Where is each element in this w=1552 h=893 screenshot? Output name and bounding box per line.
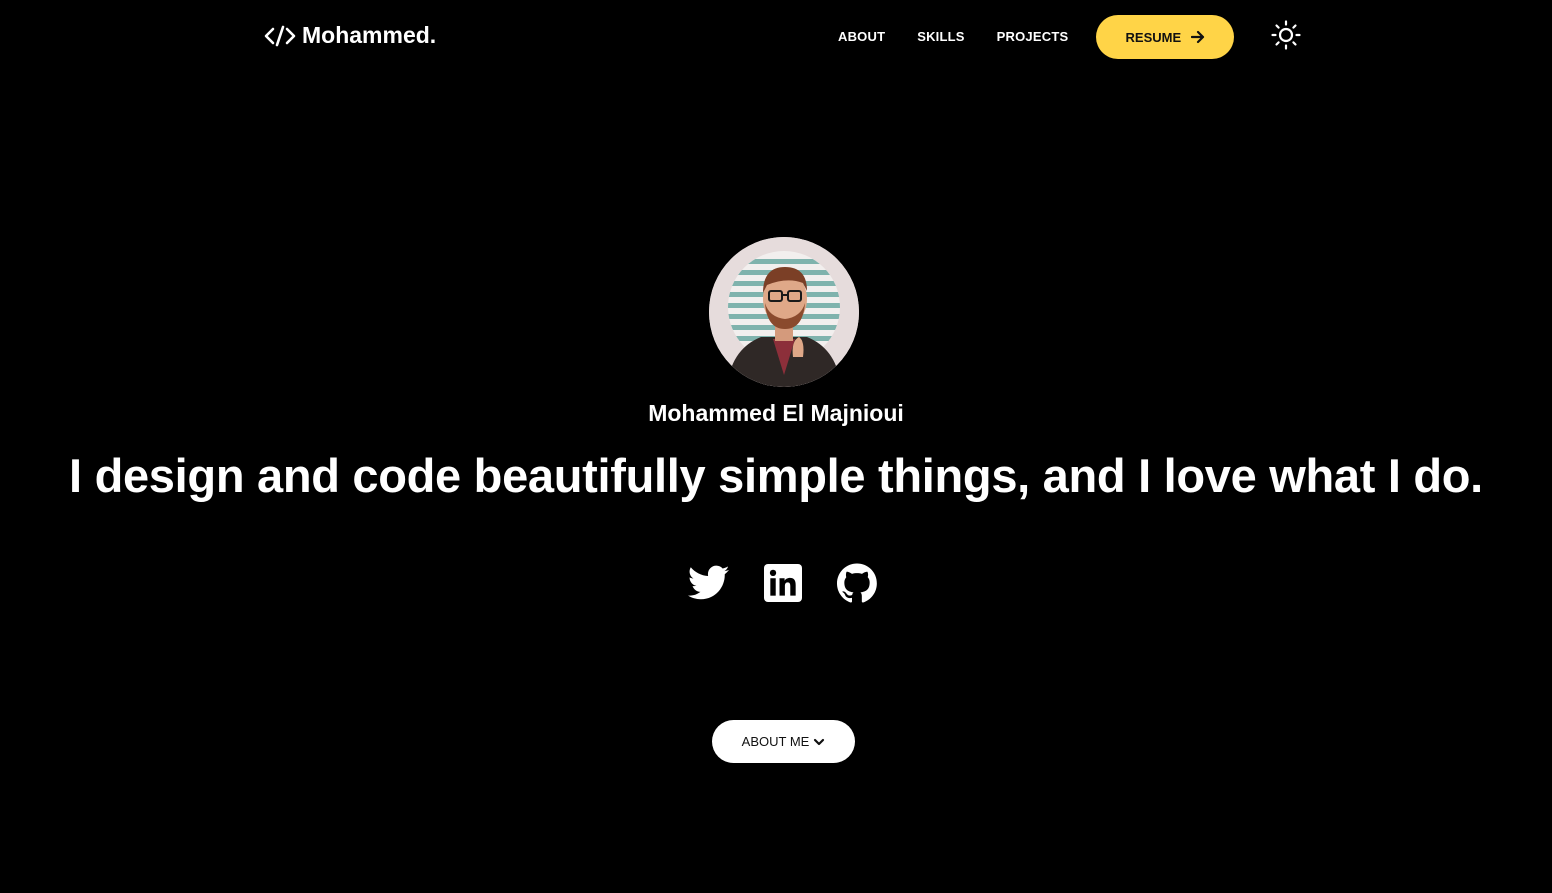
nav-link-projects[interactable]: PROJECTS <box>985 15 1081 59</box>
logo-text: Mohammed. <box>302 22 437 48</box>
hero-tagline: I design and code beautifully simple thi… <box>69 449 1483 502</box>
resume-button-label: RESUME <box>1125 29 1182 45</box>
code-icon <box>264 24 296 48</box>
github-icon <box>837 563 877 603</box>
portfolio-page: Mohammed. ABOUT SKILLS PROJECTS RESUME M… <box>0 0 1552 893</box>
hero-name: Mohammed El Majnioui <box>648 400 904 426</box>
theme-toggle-button[interactable] <box>1270 19 1302 55</box>
linkedin-icon <box>764 564 802 602</box>
main-nav: ABOUT SKILLS PROJECTS RESUME <box>822 15 1235 59</box>
avatar <box>709 237 859 387</box>
arrow-right-icon <box>1191 30 1205 44</box>
sun-icon <box>1271 19 1301 55</box>
nav-link-skills[interactable]: SKILLS <box>905 15 976 59</box>
site-logo[interactable]: Mohammed. <box>264 22 436 49</box>
linkedin-link[interactable] <box>762 562 804 604</box>
about-me-button[interactable]: ABOUT ME <box>712 720 855 763</box>
twitter-link[interactable] <box>688 562 730 604</box>
about-me-button-label: ABOUT ME <box>741 734 810 749</box>
resume-button[interactable]: RESUME <box>1096 15 1235 59</box>
chevron-down-icon <box>813 736 825 748</box>
social-links <box>688 562 878 604</box>
github-link[interactable] <box>836 562 878 604</box>
nav-link-about[interactable]: ABOUT <box>826 15 897 59</box>
twitter-icon <box>688 565 730 601</box>
avatar-illustration <box>709 237 859 387</box>
